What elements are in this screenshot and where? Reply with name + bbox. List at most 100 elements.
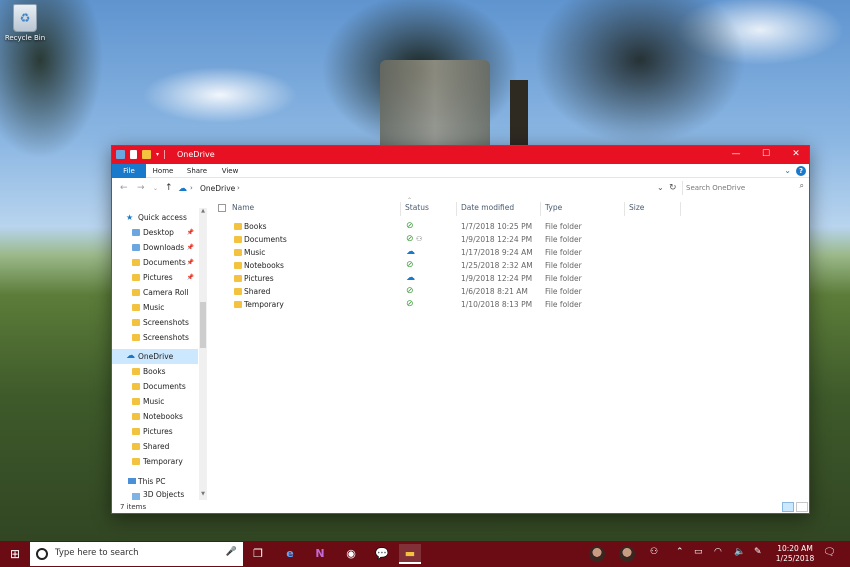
pin-icon[interactable]: 📌: [187, 225, 194, 240]
details-view-button[interactable]: [782, 502, 794, 512]
sidebar-item-books[interactable]: Books: [112, 364, 198, 379]
column-header-status[interactable]: Status: [405, 200, 457, 216]
battery-icon[interactable]: ▭: [694, 547, 703, 557]
file-row[interactable]: Notebooks ⊘ 1/25/2018 2:32 AM File folde…: [232, 259, 592, 272]
scrollbar-thumb[interactable]: [200, 302, 206, 348]
sidebar-item-label: 3D Objects: [143, 490, 185, 499]
sidebar-item-desktop[interactable]: Desktop 📌: [112, 225, 198, 240]
action-center-icon[interactable]: 🗨: [823, 547, 836, 558]
sidebar-item-3d-objects[interactable]: 3D Objects: [112, 489, 198, 500]
start-button[interactable]: ⊞: [0, 541, 30, 567]
file-row[interactable]: Temporary ⊘ 1/10/2018 8:13 PM File folde…: [232, 298, 592, 311]
people-contact-avatar[interactable]: [589, 546, 605, 562]
new-folder-icon[interactable]: [142, 150, 151, 159]
file-date: 1/17/2018 9:24 AM: [461, 248, 533, 257]
breadcrumb-onedrive[interactable]: OneDrive: [200, 184, 235, 193]
help-icon[interactable]: ?: [796, 166, 806, 176]
address-history-chevron-icon[interactable]: ⌄: [657, 183, 664, 192]
sidebar-item-camera-roll[interactable]: Camera Roll: [112, 285, 198, 300]
select-all-checkbox[interactable]: [218, 204, 226, 212]
search-input[interactable]: [686, 182, 792, 194]
sidebar-item-shared[interactable]: Shared: [112, 439, 198, 454]
people-contact-avatar-2[interactable]: [619, 546, 635, 562]
sidebar-item-pictures-quick[interactable]: Pictures 📌: [112, 270, 198, 285]
sidebar-item-temporary[interactable]: Temporary: [112, 454, 198, 469]
wifi-icon[interactable]: ◠: [714, 547, 722, 557]
sidebar-item-onedrive[interactable]: ☁ OneDrive: [112, 349, 198, 364]
cortana-circle-icon[interactable]: [36, 548, 48, 560]
path-separator[interactable]: ›: [190, 184, 193, 192]
taskbar-clock[interactable]: 10:20 AM 1/25/2018: [770, 544, 820, 564]
sidebar-item-music-quick[interactable]: Music: [112, 300, 198, 315]
item-count: 7 items: [120, 503, 147, 511]
column-divider[interactable]: [680, 202, 681, 216]
tab-home[interactable]: Home: [150, 164, 176, 178]
file-row[interactable]: Pictures ☁ 1/9/2018 12:24 PM File folder: [232, 272, 592, 285]
search-box[interactable]: ⌕: [682, 181, 808, 195]
column-divider[interactable]: [540, 202, 541, 216]
sidebar-item-music[interactable]: Music: [112, 394, 198, 409]
file-row[interactable]: Music ☁ 1/17/2018 9:24 AM File folder: [232, 246, 592, 259]
column-header-name[interactable]: Name: [232, 200, 402, 216]
pen-workspace-icon[interactable]: ✎: [754, 547, 762, 557]
up-arrow-icon[interactable]: ↑: [165, 183, 173, 193]
properties-icon[interactable]: [130, 150, 137, 159]
status-bar: 7 items: [112, 502, 809, 514]
column-header-date-modified[interactable]: Date modified: [461, 200, 541, 216]
path-separator-trailing[interactable]: ›: [237, 184, 240, 192]
sidebar-item-notebooks[interactable]: Notebooks: [112, 409, 198, 424]
sidebar-item-screenshots-2[interactable]: Screenshots: [112, 330, 198, 345]
column-header-type[interactable]: Type: [545, 200, 625, 216]
minimize-button[interactable]: —: [721, 146, 751, 164]
pin-icon[interactable]: 📌: [187, 270, 194, 285]
large-icons-view-button[interactable]: [796, 502, 808, 512]
file-list: ⌃ Name Status Date modified Type Size Bo…: [212, 197, 808, 500]
address-bar[interactable]: ☁ › OneDrive ›: [176, 183, 666, 196]
recent-locations-chevron-icon[interactable]: ⌄: [153, 185, 158, 192]
file-row[interactable]: Books ⊘ 1/7/2018 10:25 PM File folder: [232, 220, 592, 233]
column-header-size[interactable]: Size: [629, 200, 679, 216]
forward-arrow-icon[interactable]: →: [137, 183, 145, 193]
edge-browser-icon[interactable]: e: [279, 544, 301, 564]
tab-file[interactable]: File: [112, 164, 146, 178]
back-arrow-icon[interactable]: ←: [120, 183, 128, 193]
task-view-icon[interactable]: ❐: [247, 544, 269, 564]
close-button[interactable]: ✕: [781, 146, 811, 164]
column-divider[interactable]: [456, 202, 457, 216]
feedback-hub-icon[interactable]: 💬: [371, 544, 393, 564]
background-tree: [380, 60, 490, 150]
sidebar-item-downloads[interactable]: Downloads 📌: [112, 240, 198, 255]
taskbar-search-box[interactable]: Type here to search 🎤: [30, 542, 243, 566]
tab-view[interactable]: View: [218, 164, 242, 178]
groove-music-icon[interactable]: ◉: [340, 544, 362, 564]
pin-icon[interactable]: 📌: [187, 255, 194, 270]
volume-icon[interactable]: 🔈: [734, 547, 745, 557]
file-row[interactable]: Shared ⊘ 1/6/2018 8:21 AM File folder: [232, 285, 592, 298]
file-explorer-taskbar-icon[interactable]: ▬: [399, 544, 421, 564]
sidebar-scrollbar[interactable]: ▲ ▼: [199, 208, 207, 500]
show-hidden-icons-chevron-icon[interactable]: ⌃: [676, 547, 684, 557]
maximize-button[interactable]: ☐: [751, 146, 781, 164]
column-divider[interactable]: [624, 202, 625, 216]
title-bar[interactable]: ▾ OneDrive — ☐ ✕: [112, 146, 809, 164]
microphone-icon[interactable]: 🎤: [226, 547, 237, 557]
scroll-up-arrow-icon[interactable]: ▲: [199, 208, 207, 214]
scroll-down-arrow-icon[interactable]: ▼: [199, 491, 207, 497]
customize-toolbar-chevron-icon[interactable]: ▾: [156, 151, 159, 158]
pin-icon[interactable]: 📌: [187, 240, 194, 255]
file-row[interactable]: Documents ⊘ ⚇ 1/9/2018 12:24 PM File fol…: [232, 233, 592, 246]
sidebar-item-screenshots[interactable]: Screenshots: [112, 315, 198, 330]
sidebar-item-documents-quick[interactable]: Documents 📌: [112, 255, 198, 270]
sidebar-item-this-pc[interactable]: This PC: [112, 474, 198, 489]
expand-ribbon-chevron-icon[interactable]: ⌄: [784, 166, 791, 175]
sidebar-item-documents[interactable]: Documents: [112, 379, 198, 394]
file-type: File folder: [545, 261, 582, 270]
column-divider[interactable]: [400, 202, 401, 216]
tab-share[interactable]: Share: [184, 164, 210, 178]
recycle-bin-shortcut[interactable]: Recycle Bin: [4, 4, 46, 42]
people-icon[interactable]: ⚇: [650, 547, 658, 557]
sidebar-item-quick-access[interactable]: ★ Quick access: [112, 210, 198, 225]
refresh-icon[interactable]: ↻: [669, 183, 677, 193]
onenote-icon[interactable]: N: [309, 544, 331, 564]
sidebar-item-pictures[interactable]: Pictures: [112, 424, 198, 439]
